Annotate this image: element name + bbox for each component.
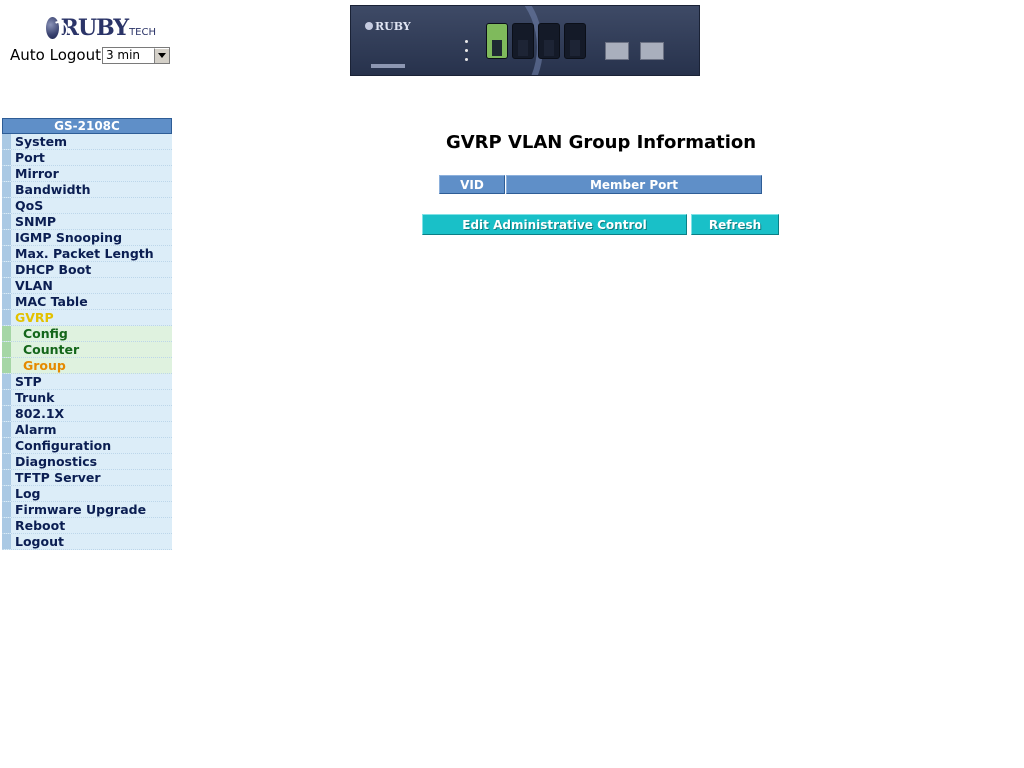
- menu-marker: [2, 310, 11, 325]
- menu-marker: [2, 214, 11, 229]
- menu-marker: [2, 358, 11, 373]
- sidebar-item-port[interactable]: Port: [2, 150, 172, 166]
- menu-marker: [2, 390, 11, 405]
- sidebar-item-igmp-snooping[interactable]: IGMP Snooping: [2, 230, 172, 246]
- port-3[interactable]: [538, 23, 560, 59]
- sidebar-item-firmware-upgrade[interactable]: Firmware Upgrade: [2, 502, 172, 518]
- status-leds: [465, 38, 471, 65]
- menu-marker: [2, 326, 11, 341]
- sidebar-item-log[interactable]: Log: [2, 486, 172, 502]
- port-2[interactable]: [512, 23, 534, 59]
- page-title: GVRP VLAN Group Information: [445, 132, 757, 153]
- sidebar-item-logout[interactable]: Logout: [2, 534, 172, 550]
- menu-marker: [2, 470, 11, 485]
- sidebar-item-system[interactable]: System: [2, 134, 172, 150]
- sfp-port-2[interactable]: [640, 42, 664, 60]
- sidebar-item-802-1x[interactable]: 802.1X: [2, 406, 172, 422]
- menu-marker: [2, 502, 11, 517]
- menu-marker: [2, 422, 11, 437]
- menu-marker: [2, 182, 11, 197]
- sidebar-item-diagnostics[interactable]: Diagnostics: [2, 454, 172, 470]
- sidebar-item-vlan[interactable]: VLAN: [2, 278, 172, 294]
- sfp-port-1[interactable]: [605, 42, 629, 60]
- led-icon: [465, 57, 471, 63]
- sidebar-item-configuration[interactable]: Configuration: [2, 438, 172, 454]
- sidebar-item-gvrp[interactable]: GVRP: [2, 310, 172, 326]
- auto-logout-label: Auto Logout: [10, 46, 101, 64]
- panel-slot: [371, 64, 405, 68]
- sidebar: GS-2108C System Port Mirror Bandwidth Qo…: [2, 118, 172, 550]
- sidebar-item-qos[interactable]: QoS: [2, 198, 172, 214]
- auto-logout: Auto Logout 3 min: [10, 45, 170, 65]
- sidebar-subitem-counter[interactable]: Counter: [2, 342, 172, 358]
- menu-marker: [2, 486, 11, 501]
- menu-marker: [2, 150, 11, 165]
- column-header-vid: VID: [439, 175, 505, 194]
- menu-marker: [2, 246, 11, 261]
- edit-administrative-control-button[interactable]: Edit Administrative Control: [422, 214, 687, 235]
- menu-marker: [2, 374, 11, 389]
- menu-marker: [2, 518, 11, 533]
- menu-marker: [2, 134, 11, 149]
- menu-marker: [2, 294, 11, 309]
- sidebar-item-mirror[interactable]: Mirror: [2, 166, 172, 182]
- menu-marker: [2, 406, 11, 421]
- chevron-down-icon[interactable]: [153, 47, 169, 63]
- auto-logout-select[interactable]: 3 min: [101, 46, 170, 64]
- led-icon: [465, 48, 471, 54]
- menu-marker: [2, 454, 11, 469]
- rubytech-logo: RUBY TECH: [46, 14, 156, 42]
- sidebar-item-reboot[interactable]: Reboot: [2, 518, 172, 534]
- gvrp-group-table: VID Member Port: [439, 175, 762, 194]
- menu-marker: [2, 278, 11, 293]
- port-4[interactable]: [564, 23, 586, 59]
- column-header-member-port: Member Port: [506, 175, 762, 194]
- menu-marker: [2, 166, 11, 181]
- menu-marker: [2, 342, 11, 357]
- refresh-button[interactable]: Refresh: [691, 214, 779, 235]
- sidebar-title: GS-2108C: [2, 118, 172, 134]
- sidebar-item-max-packet-length[interactable]: Max. Packet Length: [2, 246, 172, 262]
- logo-text: RUBY: [60, 15, 129, 41]
- auto-logout-value: 3 min: [105, 48, 141, 62]
- menu-marker: [2, 198, 11, 213]
- device-front-panel: RUBY: [350, 5, 700, 76]
- sidebar-item-tftp-server[interactable]: TFTP Server: [2, 470, 172, 486]
- menu-marker: [2, 534, 11, 549]
- logo-sub-text: TECH: [129, 27, 156, 38]
- globe-icon: [46, 17, 59, 39]
- sidebar-subitem-config[interactable]: Config: [2, 326, 172, 342]
- globe-icon: [365, 22, 373, 30]
- sidebar-item-alarm[interactable]: Alarm: [2, 422, 172, 438]
- port-1[interactable]: [486, 23, 508, 59]
- sidebar-item-stp[interactable]: STP: [2, 374, 172, 390]
- device-logo: RUBY: [365, 20, 411, 33]
- menu-marker: [2, 262, 11, 277]
- sidebar-item-trunk[interactable]: Trunk: [2, 390, 172, 406]
- menu-marker: [2, 230, 11, 245]
- sidebar-subitem-group[interactable]: Group: [2, 358, 172, 374]
- sidebar-item-dhcp-boot[interactable]: DHCP Boot: [2, 262, 172, 278]
- led-icon: [465, 39, 471, 45]
- sidebar-item-bandwidth[interactable]: Bandwidth: [2, 182, 172, 198]
- menu-marker: [2, 438, 11, 453]
- sidebar-item-mac-table[interactable]: MAC Table: [2, 294, 172, 310]
- sidebar-item-snmp[interactable]: SNMP: [2, 214, 172, 230]
